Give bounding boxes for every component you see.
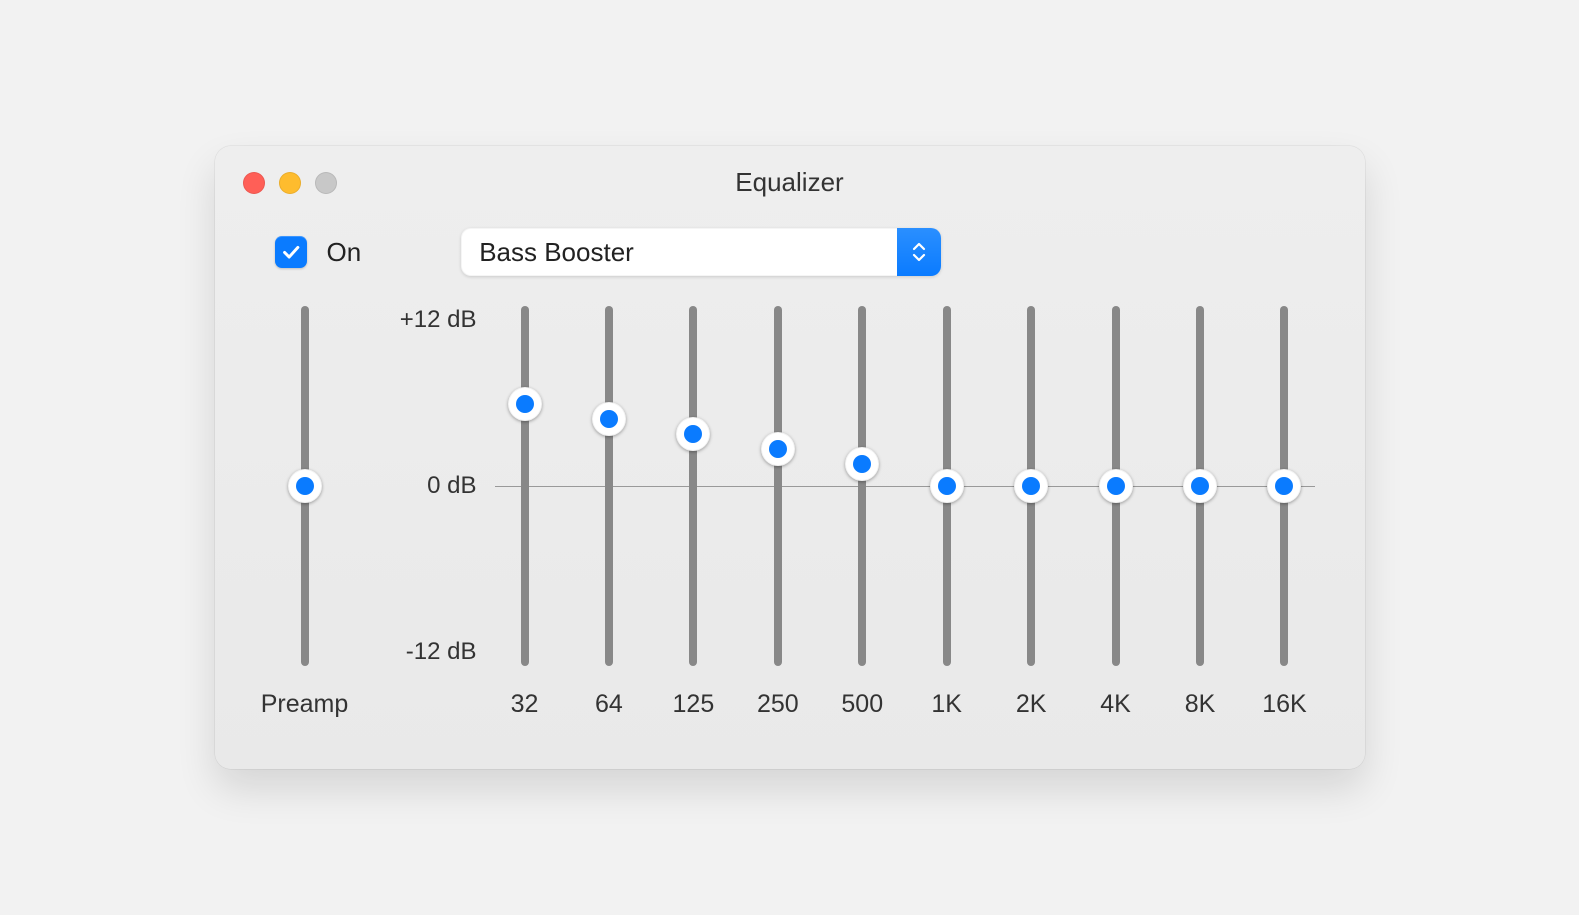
- db-label-min: -12 dB: [406, 638, 477, 666]
- minimize-icon[interactable]: [279, 172, 301, 194]
- band-column-16K: 16K: [1254, 306, 1314, 719]
- band-column-1K: 1K: [917, 306, 977, 719]
- band-column-2K: 2K: [1001, 306, 1061, 719]
- chevron-down-icon: [912, 253, 926, 263]
- db-label-mid: 0 dB: [427, 472, 476, 500]
- band-slider-500[interactable]: [858, 306, 866, 666]
- band-column-4K: 4K: [1086, 306, 1146, 719]
- band-slider-knob-16K[interactable]: [1267, 469, 1301, 503]
- band-label-64: 64: [595, 690, 623, 719]
- checkmark-icon: [280, 241, 302, 263]
- band-label-16K: 16K: [1262, 690, 1306, 719]
- band-slider-2K[interactable]: [1027, 306, 1035, 666]
- band-slider-knob-125[interactable]: [676, 417, 710, 451]
- band-label-4K: 4K: [1100, 690, 1131, 719]
- window-title: Equalizer: [735, 167, 843, 198]
- chevron-up-icon: [912, 241, 926, 251]
- preset-selected-label: Bass Booster: [461, 237, 897, 268]
- band-column-8K: 8K: [1170, 306, 1230, 719]
- band-label-2K: 2K: [1016, 690, 1047, 719]
- band-slider-knob-32[interactable]: [508, 387, 542, 421]
- band-slider-32[interactable]: [521, 306, 529, 666]
- eq-area: Preamp +12 dB 0 dB -12 dB 32 64 125 250 500 1…: [215, 296, 1365, 719]
- preamp-slider[interactable]: [301, 306, 309, 666]
- titlebar: Equalizer: [215, 146, 1365, 218]
- band-slider-knob-2K[interactable]: [1014, 469, 1048, 503]
- band-label-250: 250: [757, 690, 799, 719]
- band-slider-knob-8K[interactable]: [1183, 469, 1217, 503]
- preamp-column: Preamp: [255, 306, 355, 719]
- band-slider-knob-4K[interactable]: [1099, 469, 1133, 503]
- band-column-32: 32: [495, 306, 555, 719]
- preamp-label: Preamp: [261, 690, 349, 719]
- band-label-1K: 1K: [931, 690, 962, 719]
- band-slider-1K[interactable]: [943, 306, 951, 666]
- equalizer-window: Equalizer On Bass Booster Preamp +12 dB …: [215, 146, 1365, 769]
- db-label-max: +12 dB: [400, 306, 477, 334]
- traffic-lights: [243, 172, 337, 194]
- band-slider-4K[interactable]: [1112, 306, 1120, 666]
- band-slider-125[interactable]: [689, 306, 697, 666]
- zoom-icon[interactable]: [315, 172, 337, 194]
- preamp-slider-knob[interactable]: [288, 469, 322, 503]
- band-slider-knob-500[interactable]: [845, 447, 879, 481]
- on-label: On: [327, 237, 362, 268]
- on-checkbox[interactable]: [275, 236, 307, 268]
- band-column-250: 250: [748, 306, 808, 719]
- preset-select[interactable]: Bass Booster: [461, 228, 941, 276]
- bands-area: 32 64 125 250 500 1K 2K 4K 8K 16K: [495, 306, 1315, 719]
- controls-row: On Bass Booster: [215, 218, 1365, 296]
- band-label-32: 32: [511, 690, 539, 719]
- band-slider-8K[interactable]: [1196, 306, 1204, 666]
- band-slider-knob-250[interactable]: [761, 432, 795, 466]
- band-column-125: 125: [663, 306, 723, 719]
- db-scale-labels: +12 dB 0 dB -12 dB: [365, 306, 485, 666]
- band-label-8K: 8K: [1185, 690, 1216, 719]
- preset-stepper[interactable]: [897, 228, 941, 276]
- band-label-500: 500: [841, 690, 883, 719]
- close-icon[interactable]: [243, 172, 265, 194]
- band-column-500: 500: [832, 306, 892, 719]
- band-slider-250[interactable]: [774, 306, 782, 666]
- band-slider-64[interactable]: [605, 306, 613, 666]
- band-column-64: 64: [579, 306, 639, 719]
- band-slider-knob-64[interactable]: [592, 402, 626, 436]
- band-label-125: 125: [673, 690, 715, 719]
- band-slider-knob-1K[interactable]: [930, 469, 964, 503]
- band-slider-16K[interactable]: [1280, 306, 1288, 666]
